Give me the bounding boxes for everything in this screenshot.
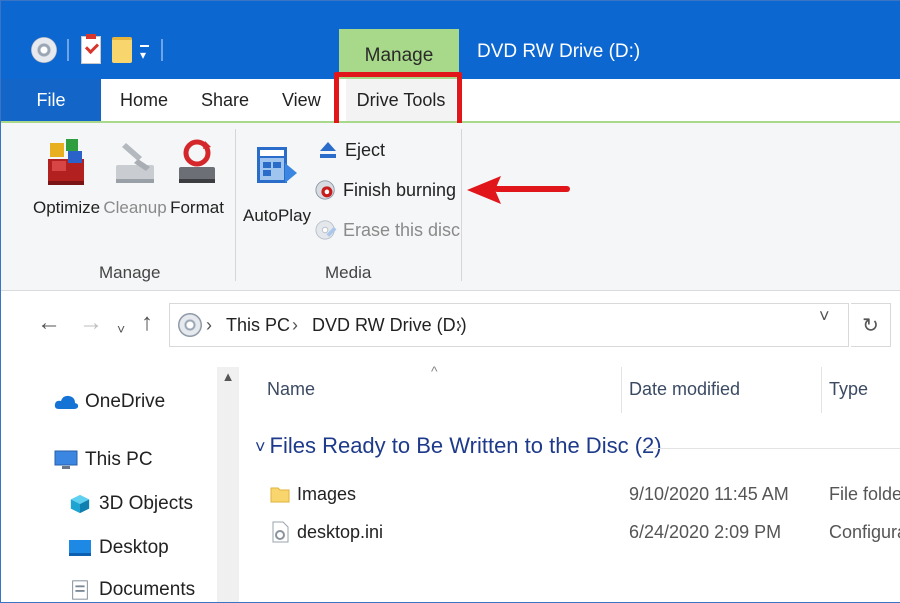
navigation-bar: ← → ˅ ↑ › This PC › DVD RW Drive (D:) › <box>1 291 900 361</box>
dvd-drive-icon <box>178 313 202 337</box>
group-label-media: Media <box>325 263 372 282</box>
erase-disc-label: Erase this disc <box>343 219 461 240</box>
breadcrumb-chevron-icon[interactable]: › <box>292 315 298 336</box>
group-separator <box>461 129 462 281</box>
cleanup-button[interactable]: Cleanup <box>103 137 167 218</box>
column-header-date-modified[interactable]: Date modified <box>629 379 740 400</box>
column-header-name[interactable]: Name <box>267 379 315 400</box>
finish-burning-button[interactable]: Finish burning <box>315 179 456 201</box>
breadcrumb-chevron-icon[interactable]: › <box>456 315 462 336</box>
sort-caret-icon: ^ <box>431 363 438 379</box>
ribbon: Optimize Cleanup Format Manage AutoPlay … <box>1 123 900 291</box>
forward-arrow-icon[interactable]: → <box>79 309 103 337</box>
sidebar-item-3d-objects[interactable]: 3D Objects <box>67 493 193 515</box>
sidebar-scrollbar[interactable] <box>217 367 239 602</box>
annotation-arrow-icon <box>467 176 570 204</box>
cleanup-label: Cleanup <box>103 198 167 217</box>
file-name: desktop.ini <box>297 522 384 542</box>
group-divider <box>645 448 900 449</box>
column-separator[interactable] <box>621 367 622 413</box>
eject-icon <box>320 142 336 158</box>
file-row[interactable]: Images 9/10/2020 11:45 AM File folder <box>261 477 900 513</box>
autoplay-label: AutoPlay <box>243 206 312 225</box>
sidebar-item-label: OneDrive <box>85 391 166 412</box>
file-name: Images <box>297 484 357 504</box>
new-folder-icon[interactable] <box>112 37 132 63</box>
file-date: 6/24/2020 2:09 PM <box>629 522 782 542</box>
finish-burning-label: Finish burning <box>343 179 457 200</box>
folder-icon <box>270 487 290 503</box>
group-label-manage: Manage <box>99 263 161 282</box>
toolbar-separator <box>161 39 163 61</box>
group-separator <box>235 129 236 281</box>
erase-disc-icon <box>315 220 337 240</box>
address-bar[interactable]: › This PC › DVD RW Drive (D:) › <box>169 303 849 347</box>
format-label: Format <box>170 198 224 217</box>
computer-icon <box>54 450 78 469</box>
tab-home[interactable]: Home <box>120 79 168 121</box>
tab-view[interactable]: View <box>282 79 321 121</box>
back-arrow-icon[interactable]: ← <box>37 309 61 337</box>
sidebar-item-desktop[interactable]: Desktop <box>67 537 169 559</box>
group-title: Files Ready to Be Written to the Disc (2… <box>269 433 662 458</box>
autoplay-button[interactable]: AutoPlay <box>243 143 312 226</box>
group-header[interactable]: ˅ Files Ready to Be Written to the Disc (… <box>255 433 662 459</box>
toolbar-separator <box>67 39 69 61</box>
cleanup-icon <box>116 143 154 183</box>
navigation-pane: OneDrive This PC 3D Objects Desktop Docu… <box>1 361 241 602</box>
format-button[interactable]: Format <box>169 137 225 218</box>
file-row[interactable]: desktop.ini 6/24/2020 2:09 PM Configura <box>261 515 900 551</box>
optimize-button[interactable]: Optimize <box>33 137 101 218</box>
tab-file[interactable]: File <box>1 79 101 121</box>
file-type: Configura <box>829 522 900 542</box>
breadcrumb-chevron-icon[interactable]: › <box>206 315 212 336</box>
column-header-type[interactable]: Type <box>829 379 868 400</box>
refresh-icon[interactable]: ↻ <box>851 303 891 347</box>
eject-label: Eject <box>345 139 386 160</box>
sidebar-item-label: Desktop <box>99 537 169 558</box>
breadcrumb-this-pc[interactable]: This PC <box>226 315 290 336</box>
documents-icon <box>72 580 88 600</box>
optimize-label: Optimize <box>33 198 101 217</box>
group-collapse-chevron-icon[interactable]: ˅ <box>255 437 266 457</box>
sidebar-item-label: Documents <box>99 579 196 600</box>
sidebar-item-label: This PC <box>85 449 153 470</box>
scroll-up-arrow-icon[interactable]: ▲ <box>217 369 239 393</box>
drive-disc-icon[interactable] <box>31 37 57 63</box>
properties-icon[interactable] <box>81 34 101 64</box>
explorer-window: ▾ Manage DVD RW Drive (D:) File Home Sha… <box>0 0 900 603</box>
tab-share[interactable]: Share <box>201 79 249 121</box>
sidebar-item-label: 3D Objects <box>99 493 193 514</box>
window-title: DVD RW Drive (D:) <box>477 41 641 62</box>
up-arrow-icon[interactable]: ↑ <box>141 309 153 337</box>
erase-disc-button[interactable]: Erase this disc <box>315 219 460 241</box>
onedrive-cloud-icon <box>54 395 79 409</box>
eject-button[interactable]: Eject <box>317 139 385 161</box>
3d-objects-icon <box>70 494 90 514</box>
optimize-icon <box>48 139 84 185</box>
breadcrumb-dvd-drive[interactable]: DVD RW Drive (D:) <box>312 315 467 336</box>
desktop-icon <box>69 540 91 556</box>
sidebar-item-documents[interactable]: Documents <box>67 579 195 601</box>
format-icon <box>179 139 215 183</box>
recent-locations-chevron-icon[interactable]: ˅ <box>117 315 125 343</box>
address-dropdown-chevron-icon[interactable]: ˅ <box>819 306 830 327</box>
highlight-box <box>334 72 462 130</box>
file-date: 9/10/2020 11:45 AM <box>629 484 789 504</box>
settings-file-icon <box>272 521 289 543</box>
customize-toolbar-icon[interactable]: ▾ <box>140 45 149 61</box>
sidebar-item-onedrive[interactable]: OneDrive <box>53 391 165 413</box>
sidebar-item-this-pc[interactable]: This PC <box>53 449 153 471</box>
column-separator[interactable] <box>821 367 822 413</box>
file-type: File folder <box>829 484 900 504</box>
finish-burning-icon <box>315 180 335 200</box>
autoplay-icon <box>257 147 297 183</box>
